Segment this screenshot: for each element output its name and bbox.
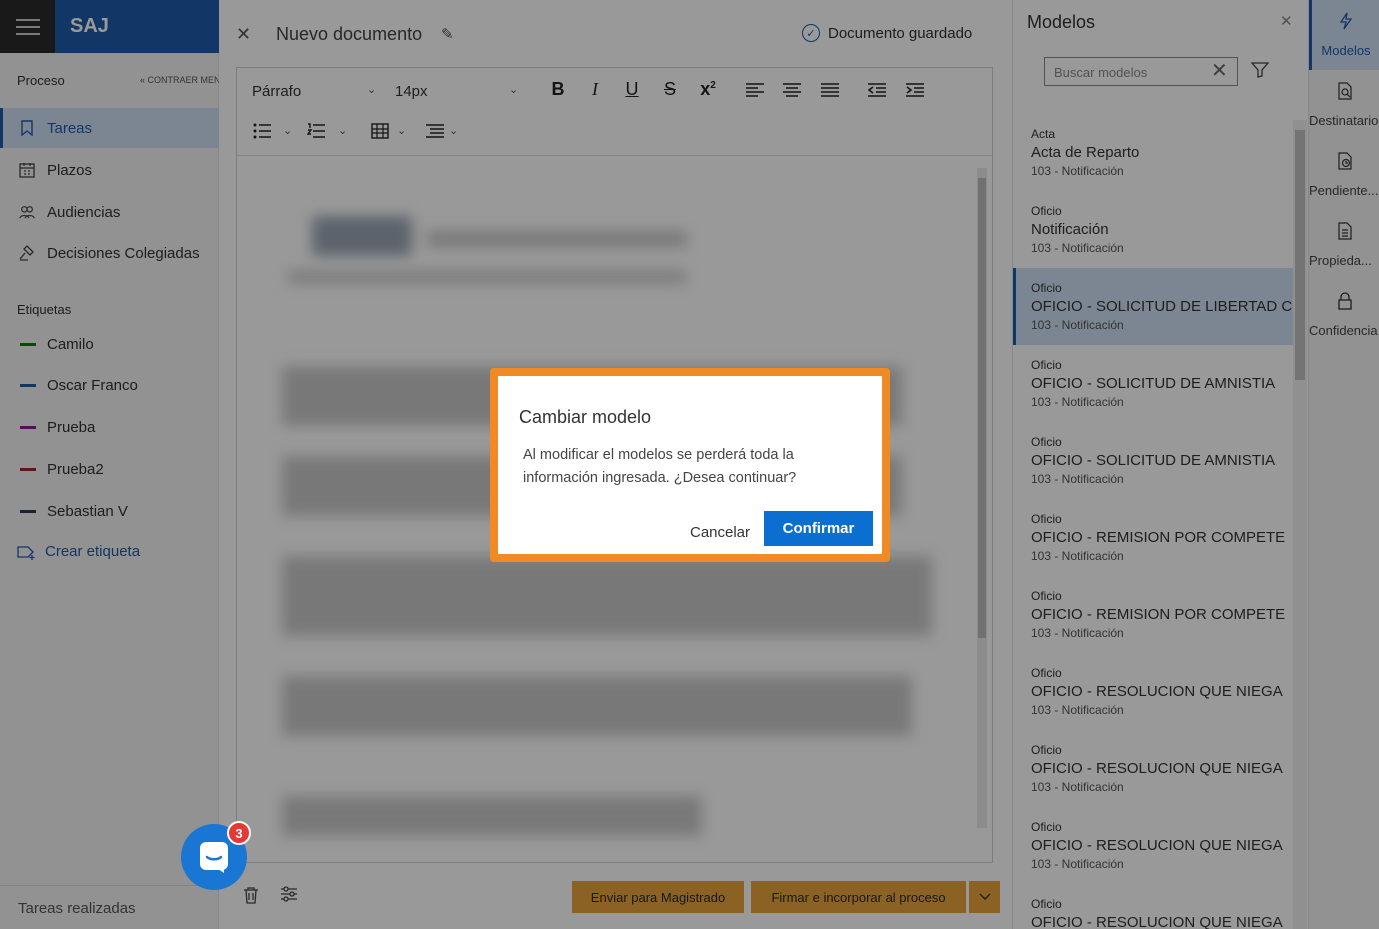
confirm-button[interactable]: Confirmar (764, 511, 873, 546)
chat-icon (200, 842, 228, 873)
dialog-title: Cambiar modelo (519, 407, 652, 427)
dialog-message: Al modificar el modelos se perderá toda … (523, 447, 797, 486)
notification-badge: 3 (227, 821, 251, 845)
cancel-button[interactable]: Cancelar (680, 515, 760, 550)
dialog-highlight: Cambiar modelo Al modificar el modelos s… (490, 368, 890, 562)
change-model-dialog: Cambiar modelo Al modificar el modelos s… (498, 376, 882, 554)
